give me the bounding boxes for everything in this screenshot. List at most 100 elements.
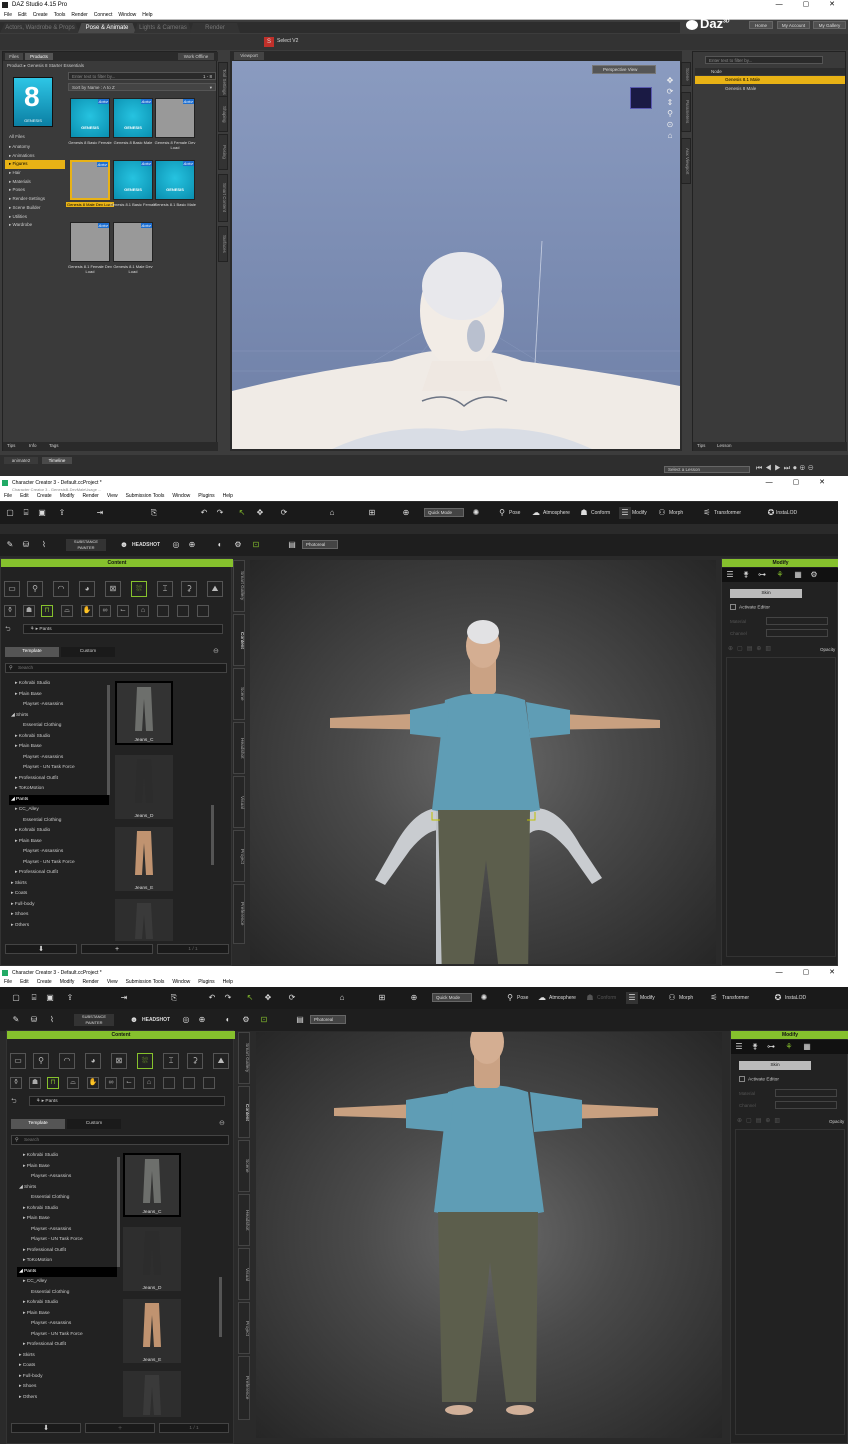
sliders-icon[interactable]: ☰ [724, 569, 736, 581]
tab-project[interactable]: Project [238, 1302, 250, 1354]
menu-connect[interactable]: Connect [94, 12, 113, 18]
tree-item[interactable]: Playset -Assassins [17, 1225, 117, 1236]
tab-right-tips[interactable]: Tips [697, 443, 705, 448]
tab-parameters[interactable]: Parameters [681, 92, 691, 132]
menu-file[interactable]: File [4, 493, 12, 499]
tree-item[interactable]: Playset -Assassins [9, 753, 109, 764]
viewport-3d[interactable] [256, 1020, 722, 1438]
settings-icon[interactable]: ⚙ [808, 569, 820, 581]
tab-project[interactable]: Project [233, 830, 245, 882]
tile-genesis-8-1-male-dev-load[interactable]: Actor Genesis 8.1 Male Dev Load [113, 222, 153, 282]
download-icon[interactable]: ⬇ [5, 944, 77, 954]
pose-tab-icon[interactable]: ⊶ [765, 1041, 777, 1053]
tree-item[interactable]: Playset -Assassins [9, 700, 109, 711]
tree-item[interactable]: Playset - UN Task Force [9, 858, 109, 869]
camera-home-icon[interactable]: ⌂ [326, 507, 338, 519]
texture-icon[interactable]: ⊡ [250, 539, 262, 551]
tile-genesis-8-basic-female[interactable]: Actor GENESIS Genesis 8 Basic Female [68, 98, 112, 158]
tree-item[interactable]: Essential Clothing [17, 1288, 117, 1299]
tab-custom[interactable]: Custom [67, 1119, 121, 1129]
menu-window[interactable]: Window [172, 979, 190, 985]
slot-icon[interactable] [197, 605, 209, 617]
tree-item[interactable]: Essential Clothing [9, 816, 109, 827]
download-icon[interactable]: ⬇ [11, 1423, 81, 1433]
body-icon[interactable]: ⚲ [33, 1053, 49, 1069]
quick-mode-dropdown[interactable]: Quick Mode [432, 993, 472, 1002]
tree-item[interactable]: ▸ Coats [9, 889, 109, 900]
checker-icon[interactable]: ▦ [792, 569, 804, 581]
tree-item[interactable]: ▸ Kohrabi Studio [9, 826, 109, 837]
tile-genesis-8-1-female-dev-load[interactable]: Actor Genesis 8.1 Female Dev Load [68, 222, 112, 282]
perspective-view-dropdown[interactable]: Perspective View [592, 65, 656, 74]
tree-item[interactable]: ▸ Kohrabi Studio [17, 1204, 117, 1215]
category-materials[interactable]: ▸ Materials [5, 178, 65, 187]
tile-jeans-c[interactable]: Jeans_C [123, 1153, 181, 1217]
open-icon[interactable]: ⌸ [20, 507, 32, 519]
product-thumbnail[interactable]: 8 GENESIS [13, 77, 53, 127]
tab-viewport[interactable]: Viewport [234, 52, 264, 60]
work-offline-button[interactable]: Work Offline [178, 53, 214, 60]
tile-genesis-8-female-dev-load[interactable]: Actor Genesis 8 Female Dev Load [155, 98, 195, 158]
morph-icon[interactable]: ⚇ [656, 507, 668, 519]
tree-item[interactable]: Playset - UN Task Force [17, 1235, 117, 1246]
tab-scene[interactable]: Scene [238, 1140, 250, 1192]
checker-icon[interactable]: ▦ [801, 1041, 813, 1053]
refresh-icon[interactable]: ⊖ [213, 647, 219, 655]
tree-item[interactable]: ▸ Skirts [17, 1351, 117, 1362]
scene-filter-input[interactable]: Enter text to filter by... [705, 56, 823, 64]
transformer-label[interactable]: Transformer [722, 992, 749, 1004]
redo-icon[interactable]: ↷ [222, 992, 234, 1004]
atmosphere-label[interactable]: Atmosphere [543, 507, 570, 519]
tab-timeline[interactable]: Timeline [42, 457, 72, 464]
back-icon[interactable]: ⮌ [5, 625, 11, 636]
folder-icon[interactable]: ▭ [10, 1053, 26, 1069]
import-icon[interactable]: ⇪ [56, 507, 68, 519]
tree-item[interactable]: ▸ Plain Base [9, 742, 109, 753]
light-icon[interactable]: ✺ [470, 507, 482, 519]
paint-icon[interactable]: ⛁ [20, 539, 32, 551]
top-icon[interactable]: ☗ [23, 605, 35, 617]
tree-item[interactable]: ▸ ToKoMotion [17, 1256, 117, 1267]
glasses-icon[interactable]: ∞ [99, 605, 111, 617]
scene-icon[interactable]: ⛰ [207, 581, 223, 597]
menu-create[interactable]: Create [37, 493, 52, 499]
select-icon[interactable]: ↖ [236, 507, 248, 519]
zoom-icon[interactable]: ⊕ [400, 507, 412, 519]
new-icon[interactable]: ▢ [4, 507, 16, 519]
category-figures[interactable]: ▸ Figures [5, 160, 65, 170]
tile-genesis-8-1-basic-female[interactable]: Actor GENESIS Genesis 8.1 Basic Female [110, 160, 156, 220]
clothing-icon[interactable]: ⛆ [137, 1053, 153, 1069]
pose-content-icon[interactable]: ⚳ [181, 581, 197, 597]
transformer-icon[interactable]: ⚟ [701, 507, 713, 519]
tree-item[interactable]: ▸ Professional Outfit [9, 774, 109, 785]
move-icon[interactable]: ✥ [254, 507, 266, 519]
pose-label[interactable]: Pose [509, 507, 520, 519]
scene-item-genesis-8-1-male[interactable]: Genesis 8.1 Male [695, 76, 845, 84]
paint-icon[interactable]: ⛁ [28, 1014, 40, 1026]
tab-custom[interactable]: Custom [61, 647, 115, 657]
menu-modify[interactable]: Modify [60, 493, 75, 499]
refresh-icon[interactable]: ⊖ [219, 1119, 225, 1127]
clothing-icon[interactable]: ⛆ [131, 581, 147, 597]
shoes-icon[interactable]: ⌙ [123, 1077, 135, 1089]
window-controls[interactable]: — ▢ ✕ [776, 0, 844, 10]
morph-label[interactable]: Morph [669, 507, 683, 519]
tab-products[interactable]: Products [25, 53, 53, 60]
modify-icon[interactable]: ☰ [626, 992, 638, 1004]
render-mode-dropdown[interactable]: Photoreal [302, 540, 338, 549]
activate-editor-checkbox[interactable]: Activate Editor [730, 604, 770, 610]
tree-item[interactable]: ▸ ToKoMotion [9, 784, 109, 795]
select-icon[interactable]: S [264, 37, 274, 47]
menu-create[interactable]: Create [37, 979, 52, 985]
tab-animate2[interactable]: animate2 [4, 457, 38, 464]
tree-item[interactable]: ▸ Plain Base [17, 1309, 117, 1320]
transformer-label[interactable]: Transformer [714, 507, 741, 519]
morph-icon[interactable]: ⚇ [666, 992, 678, 1004]
rotate-icon[interactable]: ⟳ [286, 992, 298, 1004]
sphere-icon[interactable]: ◎ [170, 539, 182, 551]
view-cube-icon[interactable] [630, 87, 652, 109]
render-icon[interactable]: ⎘ [168, 992, 180, 1004]
tree-item[interactable]: ▸ Plain Base [9, 837, 109, 848]
select-lesson-dropdown[interactable]: Select a Lesson [664, 466, 750, 473]
top-icon[interactable]: ☗ [29, 1077, 41, 1089]
